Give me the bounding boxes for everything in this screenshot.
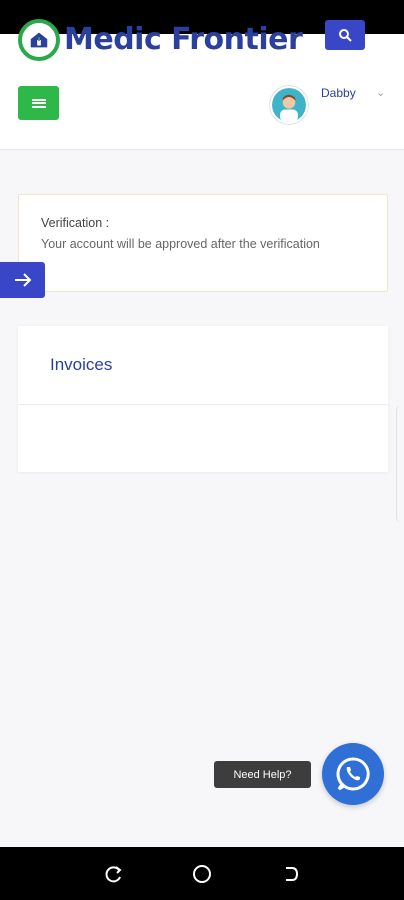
menu-toggle-button[interactable] <box>18 86 59 120</box>
logo[interactable]: Medic Frontier <box>18 19 303 61</box>
whatsapp-button[interactable] <box>322 743 384 805</box>
invoices-card: Invoices <box>18 326 388 472</box>
invoices-title: Invoices <box>50 355 113 374</box>
arrow-right-icon <box>14 273 31 287</box>
verification-message: Your account will be approved after the … <box>41 237 320 251</box>
invoices-card-header: Invoices <box>18 326 388 405</box>
verification-notice: Verification : Your account will be appr… <box>18 194 388 292</box>
need-help-label[interactable]: Need Help? <box>214 761 311 788</box>
back-icon[interactable] <box>278 862 302 886</box>
scroll-indicator[interactable] <box>396 405 404 523</box>
logo-text: Medic Frontier <box>64 22 303 57</box>
hamburger-icon <box>31 98 46 108</box>
search-icon <box>339 29 352 42</box>
recent-apps-icon[interactable] <box>102 862 126 886</box>
system-nav-bar <box>0 847 404 900</box>
avatar[interactable] <box>270 86 308 124</box>
home-icon[interactable] <box>190 862 214 886</box>
search-button[interactable] <box>325 20 365 50</box>
sidebar-expand-button[interactable] <box>0 262 45 298</box>
user-name[interactable]: Dabby <box>321 86 356 100</box>
verification-title: Verification : <box>41 216 110 230</box>
whatsapp-icon <box>336 757 370 791</box>
chevron-down-icon[interactable]: ⌄ <box>376 86 385 99</box>
top-header: Medic Frontier Dabby ⌄ <box>0 19 404 150</box>
logo-mark-icon <box>18 19 60 61</box>
